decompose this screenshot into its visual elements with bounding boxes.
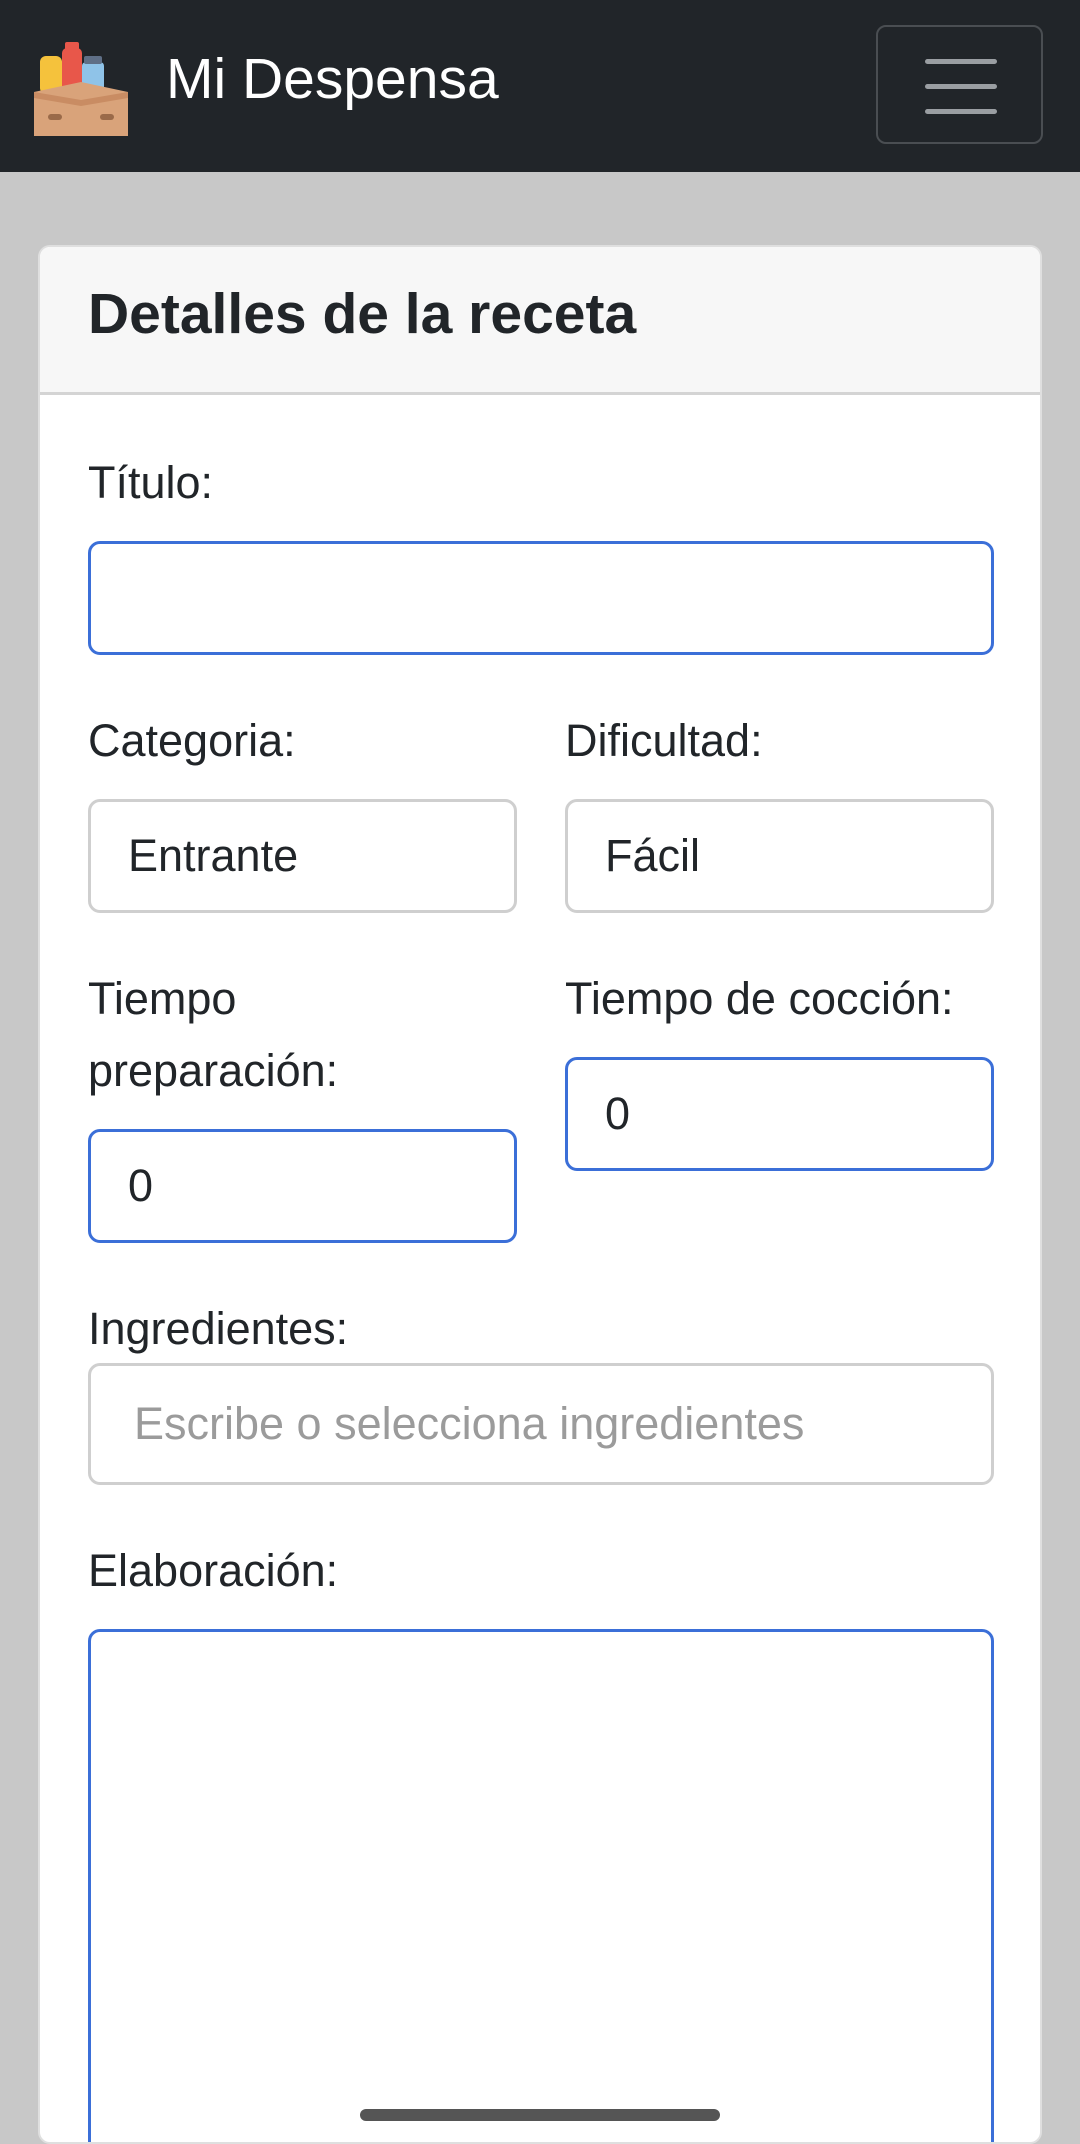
elaboracion-textarea[interactable] [88, 1629, 994, 2142]
hamburger-menu-button[interactable] [876, 25, 1043, 144]
hamburger-menu-icon [925, 84, 997, 89]
brand-name[interactable]: Mi Despensa [166, 46, 499, 112]
card-title: Detalles de la receta [88, 282, 637, 346]
titulo-input[interactable] [88, 541, 994, 655]
categoria-label: Categoria: [88, 715, 296, 766]
dificultad-select[interactable]: Fácil [565, 799, 994, 913]
top-navbar: Mi Despensa [0, 0, 1080, 172]
card-header: Detalles de la receta [40, 247, 1040, 395]
ingredientes-label: Ingredientes: [88, 1303, 349, 1354]
dificultad-label: Dificultad: [565, 715, 763, 766]
elaboracion-label: Elaboración: [88, 1545, 339, 1596]
hamburger-menu-icon [925, 109, 997, 114]
tiempo-coccion-label: Tiempo de cocción: [565, 973, 954, 1024]
tiempo-preparacion-input[interactable]: 0 [88, 1129, 517, 1243]
home-indicator[interactable] [360, 2109, 720, 2121]
tiempo-preparacion-label: Tiempo [88, 973, 237, 1024]
tiempo-preparacion-label-line2: preparación: [88, 1045, 339, 1096]
ingredientes-placeholder: Escribe o selecciona ingredientes [134, 1398, 805, 1449]
recipe-details-card: Detalles de la receta Título: Categoria:… [38, 245, 1042, 2144]
hamburger-menu-icon [925, 59, 997, 64]
pantry-box-icon[interactable] [34, 42, 128, 136]
categoria-select[interactable]: Entrante [88, 799, 517, 913]
titulo-label: Título: [88, 457, 214, 508]
ingredientes-input[interactable]: Escribe o selecciona ingredientes [88, 1363, 994, 1485]
tiempo-coccion-input[interactable]: 0 [565, 1057, 994, 1171]
